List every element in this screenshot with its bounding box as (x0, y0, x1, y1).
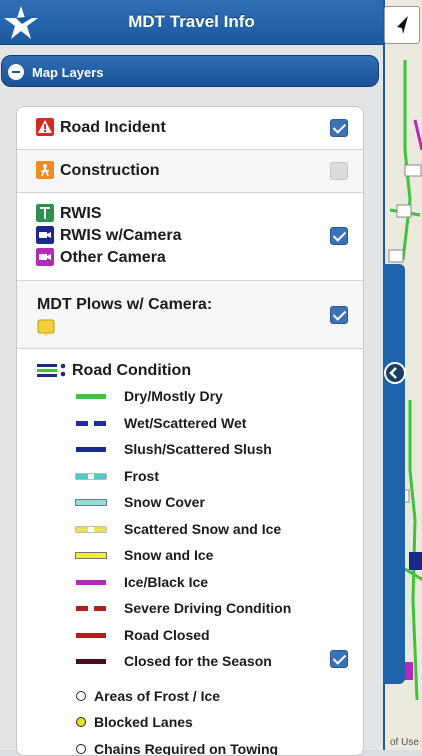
layer-label: RWIS (60, 205, 101, 223)
page-title: MDT Travel Info (0, 12, 383, 32)
layer-label: Other Camera (60, 249, 166, 267)
layer-label: Road Incident (60, 119, 166, 137)
layer-row-road-incident[interactable]: Road Incident (17, 107, 363, 150)
layer-label: Construction (60, 162, 160, 180)
layer-row-rwis-group[interactable]: RWIS RWIS w/Camera Other Camera (17, 193, 363, 281)
legend-swatch (76, 553, 106, 558)
road-condition-checkbox[interactable] (330, 650, 348, 668)
legend-marker-dot (76, 717, 86, 727)
legend-item: Snow and Ice (17, 543, 363, 569)
legend-marker-dot (76, 691, 86, 701)
legend-marker-dot (76, 744, 86, 754)
road-incident-checkbox[interactable] (330, 119, 348, 137)
minus-circle-icon[interactable] (8, 64, 24, 80)
layers-list: Road Incident Construction RWIS RWIS w/C… (16, 106, 364, 756)
legend-swatch (76, 606, 106, 611)
chevron-left-icon (386, 364, 404, 382)
legend-label: Severe Driving Condition (124, 600, 291, 616)
legend-label: Snow and Ice (124, 547, 213, 563)
legend-item: Ice/Black Ice (17, 570, 363, 596)
layer-row-plows[interactable]: MDT Plows w/ Camera: (17, 281, 363, 349)
legend-item: Dry/Mostly Dry (17, 384, 363, 410)
legend-swatch (76, 580, 106, 585)
terms-link[interactable]: of Use (390, 737, 419, 748)
legend-marker-label: Blocked Lanes (94, 714, 193, 730)
legend-item: Slush/Scattered Slush (17, 437, 363, 463)
rwis-icon (36, 204, 54, 222)
legend-label: Wet/Scattered Wet (124, 415, 246, 431)
legend-label: Slush/Scattered Slush (124, 441, 272, 457)
road-condition-title: Road Condition (72, 362, 191, 380)
legend-label: Frost (124, 468, 159, 484)
legend-swatch (76, 659, 106, 664)
layer-row-construction[interactable]: Construction (17, 150, 363, 193)
map-layers-label: Map Layers (32, 65, 104, 80)
legend-item: Snow Cover (17, 490, 363, 516)
legend-item: Wet/Scattered Wet (17, 411, 363, 437)
layer-row-road-condition[interactable]: Road Condition Dry/Mostly Dry Wet/Scatter… (17, 349, 363, 756)
locate-button[interactable] (384, 6, 420, 44)
plows-checkbox[interactable] (330, 306, 348, 324)
legend-marker-item: Blocked Lanes (17, 710, 363, 736)
plow-camera-icon (37, 319, 55, 337)
road-incident-icon (36, 118, 54, 136)
app-header: MDT Travel Info (0, 0, 383, 45)
legend-swatch (76, 394, 106, 399)
legend-item: Scattered Snow and Ice (17, 517, 363, 543)
legend-swatch (76, 474, 106, 479)
rwis-checkbox[interactable] (330, 227, 348, 245)
legend-marker-item: Areas of Frost / Ice (17, 684, 363, 710)
location-arrow-icon (385, 7, 419, 43)
legend-label: Scattered Snow and Ice (124, 521, 281, 537)
legend-marker-label: Chains Required on Towing (94, 741, 278, 756)
construction-checkbox[interactable] (330, 162, 348, 180)
legend-swatch (76, 633, 106, 638)
legend-item: Frost (17, 464, 363, 490)
legend-item: Road Closed (17, 623, 363, 649)
layer-label: RWIS w/Camera (60, 227, 182, 245)
other-camera-icon (36, 248, 54, 266)
legend-label: Closed for the Season (124, 653, 272, 669)
collapse-panel-button[interactable] (384, 362, 406, 384)
legend-item: Closed for the Season (17, 649, 363, 675)
legend-label: Road Closed (124, 627, 210, 643)
legend-marker-item: Chains Required on Towing (17, 737, 363, 756)
panel-tab[interactable] (383, 264, 405, 684)
rwis-camera-icon (36, 226, 54, 244)
legend-label: Snow Cover (124, 494, 205, 510)
legend-label: Ice/Black Ice (124, 574, 208, 590)
layer-label: MDT Plows w/ Camera: (37, 296, 212, 314)
legend-label: Dry/Mostly Dry (124, 388, 223, 404)
road-condition-icon (37, 363, 67, 379)
legend-item: Severe Driving Condition (17, 596, 363, 622)
legend-swatch (76, 500, 106, 505)
legend-swatch (76, 527, 106, 532)
legend-marker-label: Areas of Frost / Ice (94, 688, 220, 704)
construction-icon (36, 161, 54, 179)
legend-swatch (76, 421, 106, 426)
legend-swatch (76, 447, 106, 452)
